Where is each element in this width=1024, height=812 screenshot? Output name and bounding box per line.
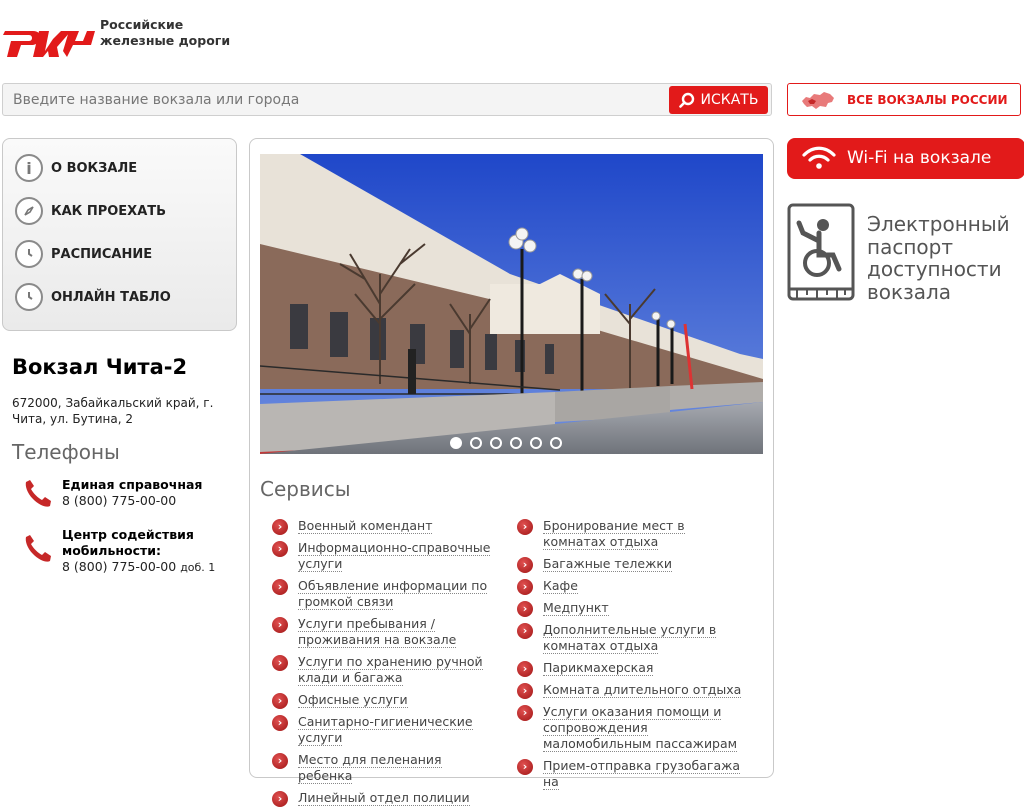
station-address: 672000, Забайкальский край, г. Чита, ул.… [12, 396, 214, 426]
wifi-button[interactable]: Wi-Fi на вокзале [787, 138, 1024, 179]
phone-number-value: 8 (800) 775-00-00 [62, 493, 177, 508]
service-link[interactable]: › Бронирование мест в комнатах отдыха [517, 518, 742, 550]
service-link[interactable]: › Услуги пребывания / проживания на вокза… [272, 616, 497, 648]
slider-dot[interactable] [450, 437, 462, 449]
chevron-right-icon: › [517, 601, 533, 617]
phone-icon [25, 480, 51, 507]
slider-dot[interactable] [470, 437, 482, 449]
service-link[interactable]: › Объявление информации по громкой связи [272, 578, 497, 610]
phone-entry: Центр содействия мобильности: 8 (800) 77… [22, 527, 237, 577]
chevron-right-icon: › [272, 791, 288, 807]
phone-name: Единая справочная [62, 477, 203, 492]
phone-entry: Единая справочная 8 (800) 775-00-00 [22, 477, 237, 517]
chevron-right-icon: › [272, 655, 288, 671]
wheelchair-icon [787, 203, 855, 301]
russia-map-icon [802, 92, 834, 109]
phone-number[interactable]: 8 (800) 775-00-00 доб. 1 [62, 559, 215, 574]
service-link[interactable]: › Информационно-справочные услуги [272, 540, 497, 572]
clock-icon [15, 240, 43, 268]
search-button[interactable]: ИСКАТЬ [669, 86, 768, 114]
menu-item-about[interactable]: i О ВОКЗАЛЕ [15, 151, 137, 185]
rzd-logo[interactable]: Российские железные дороги [3, 17, 243, 62]
info-icon: i [15, 154, 43, 182]
service-link[interactable]: › Комната длительного отдыха [517, 682, 742, 699]
slider-dot[interactable] [490, 437, 502, 449]
menu-item-label: ОНЛАЙН ТАБЛО [51, 289, 171, 305]
service-link[interactable]: › Место для пеленания ребенка [272, 752, 497, 784]
clock-icon [15, 283, 43, 311]
wifi-icon [802, 146, 836, 169]
slider-dot[interactable] [510, 437, 522, 449]
service-link[interactable]: › Офисные услуги [272, 692, 497, 709]
all-stations-button[interactable]: ВСЕ ВОКЗАЛЫ РОССИИ [787, 83, 1021, 116]
chevron-right-icon: › [272, 693, 288, 709]
service-link[interactable]: › Багажные тележки [517, 556, 742, 573]
chevron-right-icon: › [517, 579, 533, 595]
compass-icon [15, 197, 43, 225]
phone-icon [25, 535, 51, 562]
service-link[interactable]: › Дополнительные услуги в комнатах отдыха [517, 622, 742, 654]
phone-name: Центр содействия мобильности: [62, 527, 194, 558]
service-link[interactable]: › Санитарно-гигиенические услуги [272, 714, 497, 746]
service-link[interactable]: › Услуги по хранению ручной клади и багаж… [272, 654, 497, 686]
chevron-right-icon: › [517, 557, 533, 573]
services-heading: Сервисы [260, 477, 351, 501]
phone-extension: доб. 1 [180, 561, 216, 574]
station-search: ИСКАТЬ [2, 83, 772, 116]
slider-dot[interactable] [530, 437, 542, 449]
search-button-label: ИСКАТЬ [700, 92, 759, 108]
all-stations-label: ВСЕ ВОКЗАЛЫ РОССИИ [847, 93, 1008, 107]
service-link[interactable]: › Линейный отдел полиции [272, 790, 497, 807]
chevron-right-icon: › [517, 759, 533, 775]
wifi-label: Wi-Fi на вокзале [847, 148, 992, 168]
chevron-right-icon: › [272, 715, 288, 731]
chevron-right-icon: › [272, 541, 288, 557]
menu-item-label: КАК ПРОЕХАТЬ [51, 203, 167, 219]
service-link[interactable]: › Кафе [517, 578, 742, 595]
logo-text-line2: железные дороги [100, 33, 231, 48]
service-link[interactable]: › Услуги оказания помощи и сопровождения … [517, 704, 742, 752]
station-photo [260, 154, 763, 454]
logo-text: Российские железные дороги [100, 17, 230, 49]
station-photo-slider[interactable] [260, 154, 763, 454]
station-menu: i О ВОКЗАЛЕ КАК ПРОЕХАТЬ РАСПИСАНИЕ ОНЛА… [2, 138, 237, 331]
search-input[interactable] [3, 84, 663, 115]
accessibility-passport-link[interactable]: Электронный паспорт доступности вокзала [787, 203, 1022, 303]
menu-item-directions[interactable]: КАК ПРОЕХАТЬ [15, 194, 166, 228]
slider-dot[interactable] [550, 437, 562, 449]
services-list-right: › Бронирование мест в комнатах отдыха › Ба… [517, 518, 742, 796]
chevron-right-icon: › [517, 683, 533, 699]
main-content: Сервисы › Военный комендант › Информационн… [249, 138, 774, 807]
chevron-right-icon: › [272, 617, 288, 633]
chevron-right-icon: › [517, 623, 533, 639]
station-title: Вокзал Чита-2 [12, 355, 188, 379]
menu-item-online-board[interactable]: ОНЛАЙН ТАБЛО [15, 280, 171, 314]
accessibility-label: Электронный паспорт доступности вокзала [867, 212, 1010, 304]
menu-item-label: О ВОКЗАЛЕ [51, 160, 138, 176]
rzd-logo-mark-icon [3, 31, 95, 57]
phones-heading: Телефоны [12, 440, 120, 464]
slider-dots [450, 437, 562, 449]
service-link[interactable]: › Военный комендант [272, 518, 497, 535]
menu-item-label: РАСПИСАНИЕ [51, 246, 153, 262]
phone-number[interactable]: 8 (800) 775-00-00 [62, 493, 176, 508]
service-link[interactable]: › Прием-отправка грузобагажа на [517, 758, 742, 790]
chevron-right-icon: › [517, 519, 533, 535]
menu-item-schedule[interactable]: РАСПИСАНИЕ [15, 237, 152, 271]
logo-text-line1: Российские [100, 17, 184, 32]
service-link[interactable]: › Медпункт [517, 600, 742, 617]
chevron-right-icon: › [272, 579, 288, 595]
chevron-right-icon: › [517, 661, 533, 677]
chevron-right-icon: › [272, 519, 288, 535]
phone-number-value: 8 (800) 775-00-00 [62, 559, 177, 574]
chevron-right-icon: › [517, 705, 533, 721]
search-icon [678, 92, 694, 108]
chevron-right-icon: › [272, 753, 288, 769]
service-link[interactable]: › Парикмахерская [517, 660, 742, 677]
